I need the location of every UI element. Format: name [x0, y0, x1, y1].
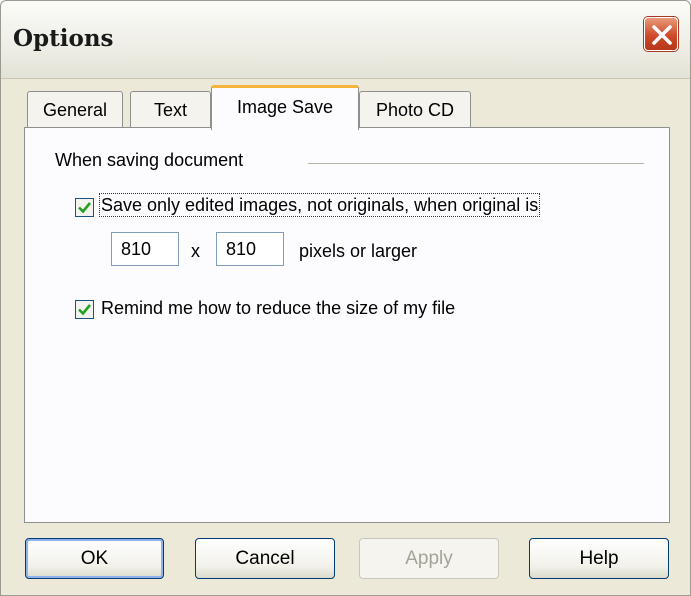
- group-divider: [308, 163, 644, 164]
- tab-text-label: Text: [153, 100, 187, 120]
- save-edited-label[interactable]: Save only edited images, not originals, …: [98, 193, 541, 217]
- save-edited-text: Save only edited images, not originals, …: [98, 193, 541, 217]
- apply-button[interactable]: Apply: [359, 538, 499, 579]
- times-label: x: [191, 241, 200, 261]
- tab-image-save-label: Image Save: [236, 97, 334, 117]
- height-input[interactable]: 810: [216, 232, 284, 266]
- help-button[interactable]: Help: [529, 538, 669, 579]
- tab-photo-cd[interactable]: Photo CD: [359, 91, 471, 129]
- pixels-label: pixels or larger: [299, 241, 418, 261]
- tab-text[interactable]: Text: [130, 91, 211, 129]
- checkmark-icon: [78, 202, 92, 214]
- tab-photo-cd-label: Photo CD: [375, 100, 455, 120]
- checkmark-icon: [78, 304, 92, 316]
- save-edited-checkbox[interactable]: [75, 198, 94, 217]
- window-title: Options: [13, 25, 114, 52]
- remind-checkbox[interactable]: [75, 300, 94, 319]
- title-bar[interactable]: Options: [1, 1, 690, 79]
- close-icon: [652, 25, 672, 45]
- tab-general-label: General: [42, 100, 108, 120]
- ok-button[interactable]: OK: [25, 538, 164, 579]
- options-dialog: Options General Text Image Save Photo CD…: [0, 0, 691, 596]
- tab-image-save[interactable]: Image Save: [211, 85, 359, 130]
- tab-general[interactable]: General: [27, 91, 123, 129]
- cancel-button[interactable]: Cancel: [195, 538, 335, 579]
- width-input[interactable]: 810: [111, 232, 179, 266]
- group-label: When saving document: [55, 150, 244, 170]
- close-button[interactable]: [644, 17, 678, 51]
- image-save-panel: When saving document Save only edited im…: [24, 127, 670, 523]
- remind-label[interactable]: Remind me how to reduce the size of my f…: [101, 298, 455, 319]
